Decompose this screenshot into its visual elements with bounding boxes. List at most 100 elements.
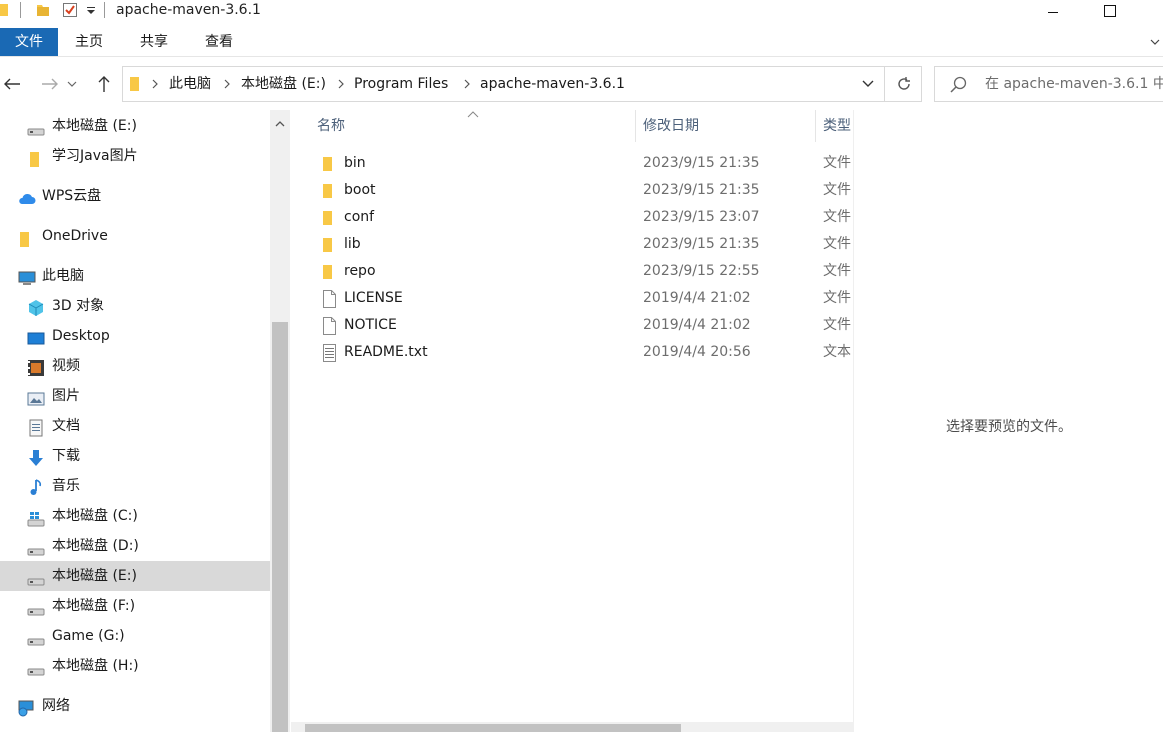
breadcrumb-current-folder[interactable]: apache-maven-3.6.1 <box>480 67 625 101</box>
file-row[interactable]: repo 2023/9/15 22:55 文件 <box>291 258 854 285</box>
nav-item-drive-g[interactable]: Game (G:) <box>0 621 270 651</box>
file-row[interactable]: conf 2023/9/15 23:07 文件 <box>291 204 854 231</box>
breadcrumb-this-pc[interactable]: 此电脑 <box>169 67 211 101</box>
drive-icon <box>27 538 45 556</box>
nav-item-network[interactable]: 网络 <box>0 691 270 721</box>
nav-item-downloads[interactable]: 下载 <box>0 441 270 471</box>
drive-icon <box>27 658 45 676</box>
breadcrumb-drive-e[interactable]: 本地磁盘 (E:) <box>241 67 326 101</box>
file-row[interactable]: README.txt 2019/4/4 20:56 文本 <box>291 339 854 366</box>
preview-message: 选择要预览的文件。 <box>946 419 1072 435</box>
file-date: 2023/9/15 21:35 <box>643 182 760 198</box>
scroll-up-icon[interactable] <box>275 116 285 127</box>
nav-item-drive-h[interactable]: 本地磁盘 (H:) <box>0 651 270 681</box>
file-row[interactable]: NOTICE 2019/4/4 21:02 文件 <box>291 312 854 339</box>
chevron-right-icon[interactable] <box>223 67 231 101</box>
nav-item-label: 视频 <box>52 358 80 374</box>
file-name: lib <box>344 236 361 252</box>
file-list-hscrollbar[interactable] <box>291 722 854 732</box>
file-row[interactable]: bin 2023/9/15 21:35 文件 <box>291 150 854 177</box>
properties-icon[interactable] <box>62 2 78 18</box>
search-icon <box>949 75 969 95</box>
search-input[interactable]: 在 apache-maven-3.6.1 中 <box>985 67 1163 101</box>
address-history-dropdown-icon[interactable] <box>853 67 883 101</box>
maximize-button[interactable] <box>1087 0 1133 22</box>
file-date: 2019/4/4 21:02 <box>643 317 751 333</box>
window-title: apache-maven-3.6.1 <box>116 2 261 18</box>
nav-item-onedrive[interactable]: OneDrive <box>0 221 270 251</box>
cloud-icon <box>17 188 36 204</box>
file-name: NOTICE <box>344 317 397 333</box>
scrollbar-thumb[interactable] <box>305 724 681 732</box>
tab-home[interactable]: 主页 <box>62 28 116 56</box>
sort-ascending-icon <box>467 111 479 118</box>
file-name: bin <box>344 155 366 171</box>
chevron-right-icon[interactable] <box>337 67 345 101</box>
file-list: 名称 修改日期 类型 bin 2023/9/15 21:35 文件 boot 2… <box>291 110 854 732</box>
up-button[interactable] <box>92 72 116 96</box>
column-divider[interactable] <box>635 110 636 142</box>
new-folder-icon[interactable] <box>36 2 50 18</box>
file-date: 2019/4/4 20:56 <box>643 344 751 360</box>
desktop-icon <box>27 328 45 345</box>
nav-item-drive-e[interactable]: 本地磁盘 (E:) <box>0 561 270 591</box>
minimize-button[interactable] <box>1030 0 1076 22</box>
file-row[interactable]: lib 2023/9/15 21:35 文件 <box>291 231 854 258</box>
file-date: 2019/4/4 21:02 <box>643 290 751 306</box>
nav-item-3d-objects[interactable]: 3D 对象 <box>0 291 270 321</box>
nav-item-music[interactable]: 音乐 <box>0 471 270 501</box>
network-icon <box>17 698 35 717</box>
file-name: boot <box>344 182 376 198</box>
file-date: 2023/9/15 21:35 <box>643 155 760 171</box>
tab-share[interactable]: 共享 <box>127 28 181 56</box>
folder-icon <box>321 209 337 227</box>
nav-item-drive-f[interactable]: 本地磁盘 (F:) <box>0 591 270 621</box>
nav-item-label: 下载 <box>52 448 80 464</box>
folder-icon <box>321 182 337 200</box>
nav-item-drive-d[interactable]: 本地磁盘 (D:) <box>0 531 270 561</box>
column-header-type[interactable]: 类型 <box>823 110 851 142</box>
scrollbar-thumb[interactable] <box>272 322 288 732</box>
nav-scrollbar[interactable] <box>270 110 290 732</box>
nav-item-drive-c[interactable]: 本地磁盘 (C:) <box>0 501 270 531</box>
nav-item-desktop[interactable]: Desktop <box>0 321 270 351</box>
forward-button[interactable] <box>38 72 62 96</box>
address-bar[interactable]: 此电脑 本地磁盘 (E:) Program Files apache-maven… <box>122 66 922 102</box>
file-row[interactable]: boot 2023/9/15 21:35 文件 <box>291 177 854 204</box>
nav-item-this-pc[interactable]: 此电脑 <box>0 261 270 291</box>
file-type: 文件 <box>823 317 851 333</box>
search-box[interactable]: 在 apache-maven-3.6.1 中 <box>934 66 1163 102</box>
column-divider[interactable] <box>815 110 816 142</box>
nav-item-label: 文档 <box>52 418 80 434</box>
expand-ribbon-icon[interactable] <box>1149 36 1161 48</box>
nav-item-drive-e-quick[interactable]: 本地磁盘 (E:) <box>0 111 270 141</box>
file-type: 文件 <box>823 263 851 279</box>
nav-item-java-pictures[interactable]: 学习Java图片 <box>0 141 270 171</box>
tab-view[interactable]: 查看 <box>192 28 246 56</box>
nav-item-label: 音乐 <box>52 478 80 494</box>
nav-item-label: 本地磁盘 (F:) <box>52 598 136 614</box>
file-type: 文件 <box>823 209 851 225</box>
navigation-pane: 本地磁盘 (E:) 学习Java图片 WPS云盘 OneDrive 此电脑 3D… <box>0 110 270 732</box>
chevron-right-icon[interactable] <box>463 67 471 101</box>
nav-item-pictures[interactable]: 图片 <box>0 381 270 411</box>
nav-item-videos[interactable]: 视频 <box>0 351 270 381</box>
recent-locations-icon[interactable] <box>64 72 80 96</box>
chevron-right-icon[interactable] <box>151 67 159 101</box>
quick-access-dropdown-icon[interactable] <box>86 2 96 18</box>
refresh-button[interactable] <box>884 67 922 101</box>
3d-objects-icon <box>27 298 45 316</box>
tab-file[interactable]: 文件 <box>0 28 58 56</box>
file-row[interactable]: LICENSE 2019/4/4 21:02 文件 <box>291 285 854 312</box>
back-button[interactable] <box>0 72 24 96</box>
nav-item-wps-cloud[interactable]: WPS云盘 <box>0 181 270 211</box>
ribbon: 文件 主页 共享 查看 <box>0 28 1163 57</box>
computer-icon <box>17 268 36 285</box>
column-header-date[interactable]: 修改日期 <box>643 110 699 142</box>
column-header-name[interactable]: 名称 <box>317 110 345 142</box>
nav-item-documents[interactable]: 文档 <box>0 411 270 441</box>
nav-item-label: OneDrive <box>42 228 108 244</box>
breadcrumb-program-files[interactable]: Program Files <box>354 67 448 101</box>
file-type: 文件 <box>823 290 851 306</box>
file-date: 2023/9/15 23:07 <box>643 209 760 225</box>
